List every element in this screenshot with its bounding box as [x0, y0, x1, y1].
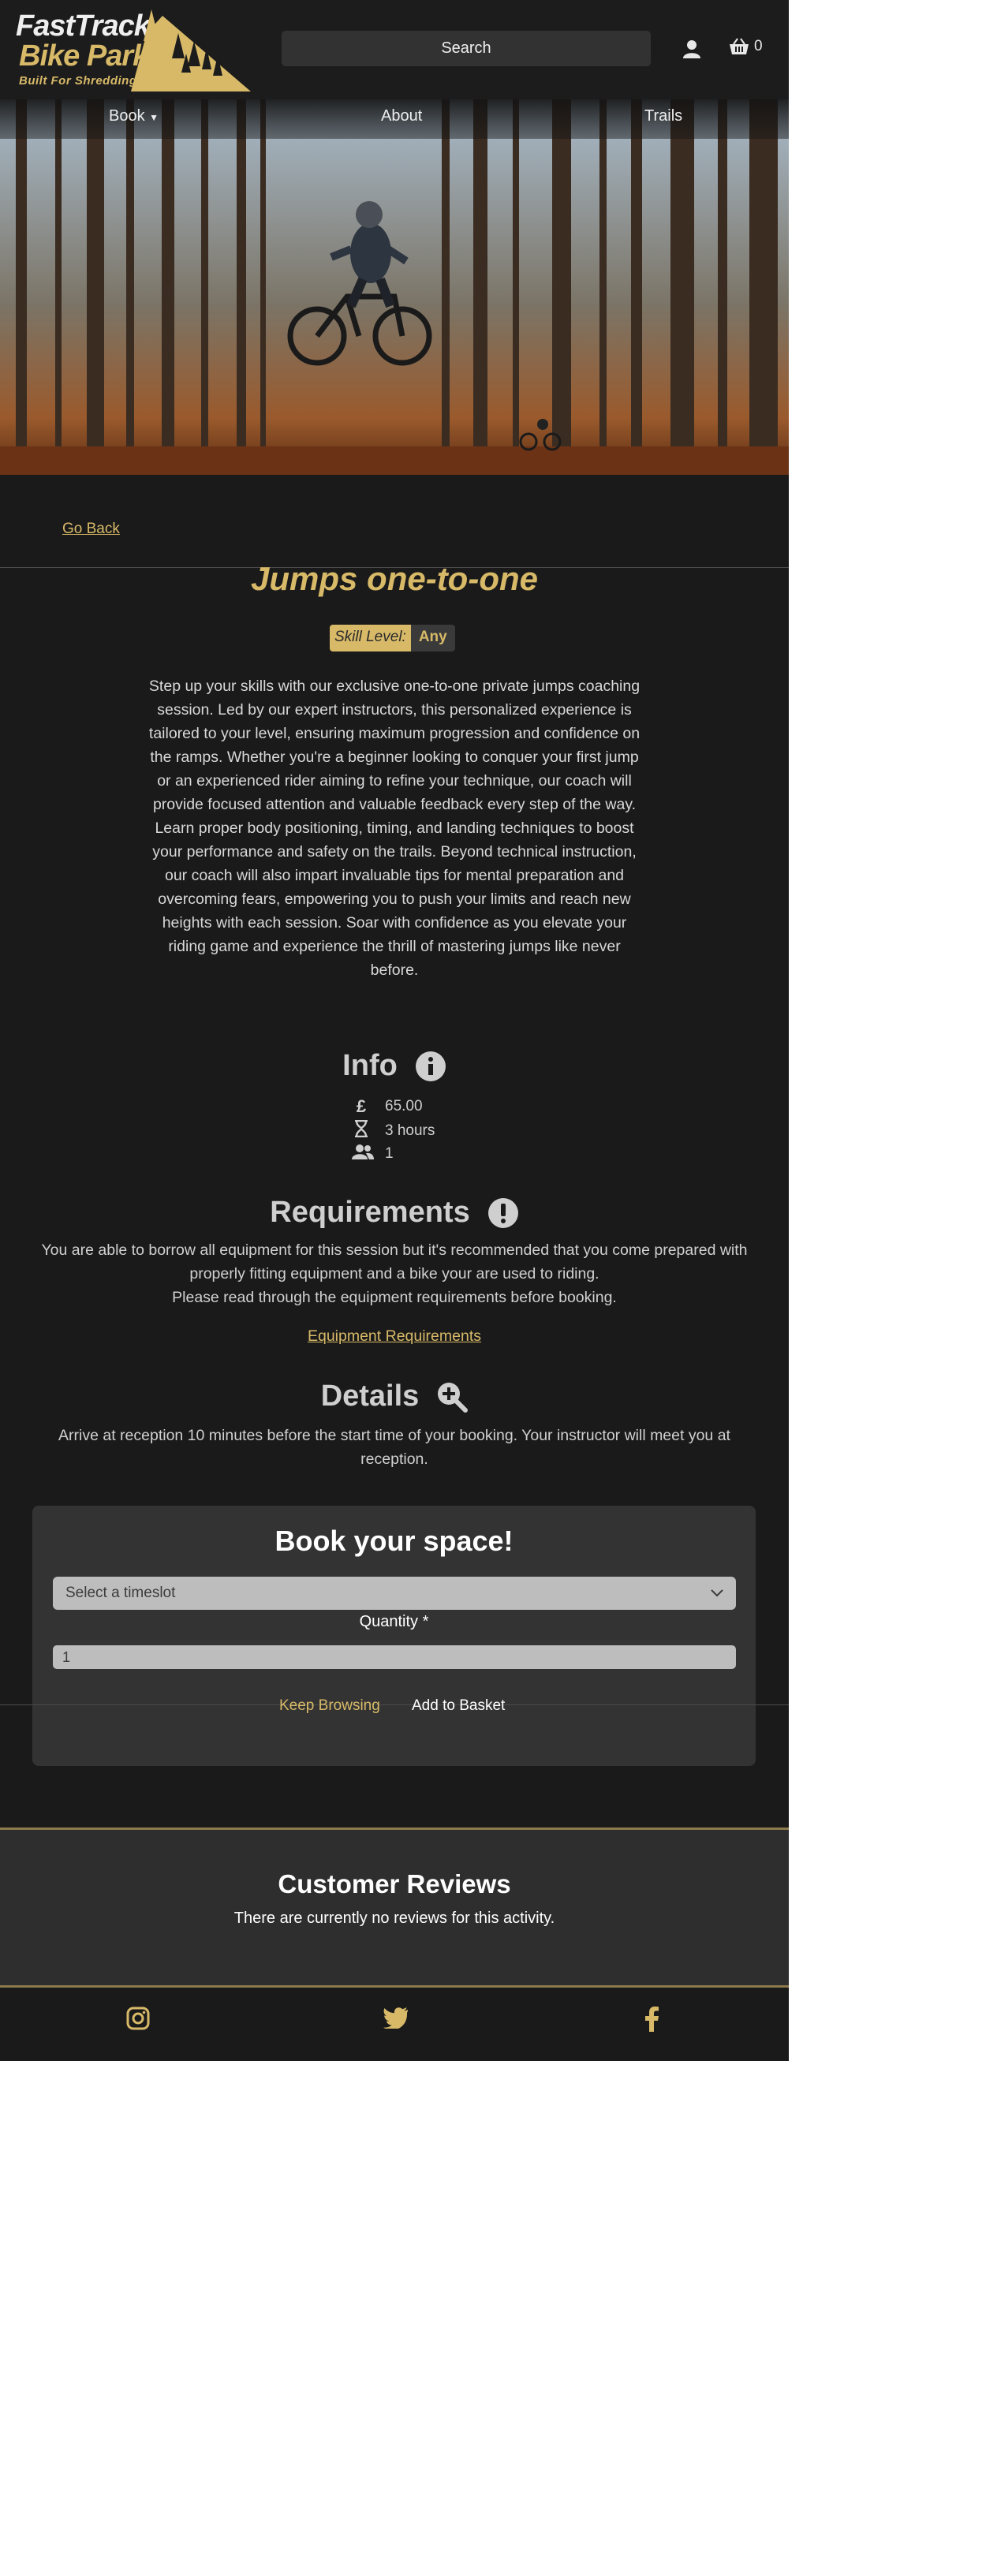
site-footer — [0, 1989, 789, 2061]
booking-panel: Book your space! Select a timeslot Quant… — [32, 1506, 756, 1766]
hourglass-icon — [352, 1119, 371, 1142]
info-circle-icon — [415, 1051, 446, 1081]
basket-icon — [730, 38, 749, 54]
requirements-title: Requirements — [270, 1196, 470, 1229]
user-icon[interactable] — [683, 39, 700, 58]
page: FastTrack Bike Park Built For Shredding … — [0, 0, 789, 2061]
reviews-section: Customer Reviews There are currently no … — [0, 1827, 789, 1988]
info-participants: 1 — [385, 1145, 394, 1162]
quantity-input[interactable]: 1 — [53, 1645, 736, 1669]
search-button[interactable]: Search — [282, 31, 651, 66]
info-heading: Info — [0, 1049, 789, 1083]
reviews-title: Customer Reviews — [278, 1869, 511, 1898]
skill-level-label: Skill Level: — [330, 625, 411, 651]
requirements-paragraph: You are able to borrow all equipment for… — [41, 1241, 748, 1282]
info-price: 65.00 — [385, 1098, 423, 1114]
nav-trails[interactable]: Trails — [644, 107, 682, 125]
timeslot-placeholder: Select a timeslot — [65, 1585, 176, 1601]
basket-count: 0 — [754, 38, 763, 54]
exclamation-circle-icon — [487, 1197, 518, 1228]
basket-button[interactable]: 0 — [729, 38, 763, 55]
logo-line2: Bike Park — [19, 39, 149, 73]
nav-book-dropdown[interactable]: Book ▼ — [109, 107, 159, 125]
skill-level-value: Any — [410, 625, 455, 651]
activity-description: Step up your skills with our exclusive o… — [148, 678, 641, 979]
info-price-row: £ 65.00 — [352, 1096, 423, 1117]
zoom-in-icon — [438, 1382, 469, 1413]
requirements-heading: Requirements — [0, 1196, 789, 1230]
main-nav: Book ▼ About Trails — [0, 99, 789, 139]
requirements-note: Please read through the equipment requir… — [172, 1289, 617, 1306]
quantity-label: Quantity * — [359, 1613, 429, 1630]
hero-forest-photo — [0, 99, 789, 475]
instagram-icon[interactable] — [126, 2007, 150, 2030]
skill-level-badge: Skill Level: Any — [330, 625, 455, 651]
booking-title: Book your space! — [275, 1525, 514, 1557]
pound-icon: £ — [356, 1096, 367, 1116]
info-duration-row: 3 hours — [352, 1119, 435, 1142]
caret-down-icon: ▼ — [149, 112, 159, 123]
booking-divider — [0, 1704, 789, 1705]
nav-book-label: Book — [109, 107, 145, 125]
users-icon — [352, 1144, 374, 1164]
keep-browsing-button[interactable]: Keep Browsing — [279, 1697, 380, 1715]
facebook-icon[interactable] — [644, 2007, 659, 2032]
hero-image: Book ▼ About Trails — [0, 99, 789, 475]
info-participants-row: 1 — [352, 1144, 394, 1164]
info-title: Info — [342, 1049, 398, 1082]
twitter-icon[interactable] — [383, 2007, 409, 2029]
nav-about[interactable]: About — [381, 107, 422, 125]
reviews-empty-text: There are currently no reviews for this … — [233, 1910, 555, 1927]
site-header: FastTrack Bike Park Built For Shredding … — [0, 0, 789, 99]
site-logo[interactable]: FastTrack Bike Park Built For Shredding — [14, 8, 251, 91]
chevron-down-icon — [711, 1589, 723, 1597]
logo-line1: FastTrack — [16, 9, 151, 43]
info-duration: 3 hours — [385, 1122, 435, 1139]
go-back-link[interactable]: Go Back — [62, 521, 120, 538]
logo-tagline: Built For Shredding — [19, 74, 137, 88]
details-title: Details — [320, 1379, 420, 1413]
details-heading: Details — [0, 1379, 789, 1413]
equipment-requirements-link[interactable]: Equipment Requirements — [0, 1327, 789, 1346]
logo-trees-icon — [131, 9, 251, 91]
timeslot-select[interactable]: Select a timeslot — [53, 1577, 736, 1610]
search-label: Search — [441, 39, 491, 57]
requirements-text: You are able to borrow all equipment for… — [16, 1238, 773, 1309]
activity-title: Jumps one-to-one — [251, 560, 538, 597]
add-to-basket-button[interactable]: Add to Basket — [412, 1697, 505, 1715]
details-text: Arrive at reception 10 minutes before th… — [58, 1427, 730, 1468]
